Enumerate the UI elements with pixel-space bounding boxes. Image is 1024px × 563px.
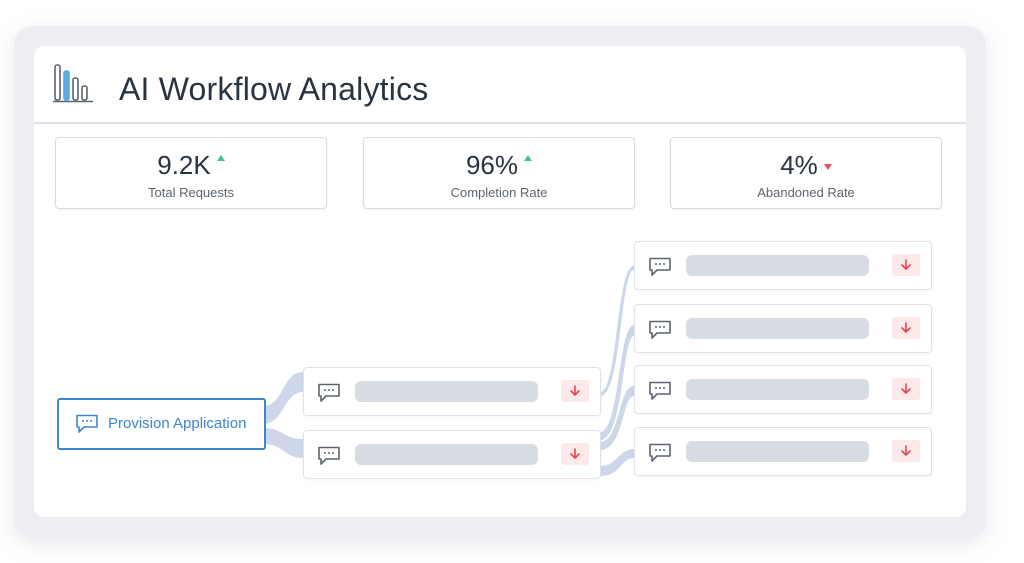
chat-bubble-icon bbox=[76, 414, 98, 433]
chat-bubble-icon bbox=[318, 383, 340, 402]
arrow-down-icon bbox=[901, 445, 911, 456]
flow-link bbox=[263, 428, 303, 458]
label-placeholder-bar bbox=[686, 441, 869, 462]
analytics-card: AI Workflow Analytics 9.2K Total Request… bbox=[34, 46, 966, 517]
source-node-provision-application[interactable]: Provision Application bbox=[57, 398, 266, 450]
label-placeholder-bar bbox=[686, 255, 869, 276]
flow-node-level2[interactable] bbox=[303, 367, 601, 416]
arrow-down-icon bbox=[901, 322, 911, 333]
drop-off-button[interactable] bbox=[892, 378, 920, 400]
arrow-down-icon bbox=[570, 448, 580, 459]
chat-bubble-icon bbox=[649, 381, 671, 400]
label-placeholder-bar bbox=[686, 318, 869, 339]
arrow-down-icon bbox=[570, 385, 580, 396]
chat-bubble-icon bbox=[318, 446, 340, 465]
arrow-down-icon bbox=[901, 259, 911, 270]
flow-node-level2[interactable] bbox=[303, 430, 601, 479]
drop-off-button[interactable] bbox=[561, 443, 589, 465]
label-placeholder-bar bbox=[355, 444, 538, 465]
drop-off-button[interactable] bbox=[892, 254, 920, 276]
flow-link bbox=[263, 372, 303, 424]
label-placeholder-bar bbox=[355, 381, 538, 402]
label-placeholder-bar bbox=[686, 379, 869, 400]
chat-bubble-icon bbox=[649, 257, 671, 276]
drop-off-button[interactable] bbox=[892, 440, 920, 462]
drop-off-button[interactable] bbox=[561, 380, 589, 402]
drop-off-button[interactable] bbox=[892, 317, 920, 339]
arrow-down-icon bbox=[901, 383, 911, 394]
flow-node-level3[interactable] bbox=[634, 427, 932, 476]
flow-node-level3[interactable] bbox=[634, 365, 932, 414]
flow-node-level3[interactable] bbox=[634, 241, 932, 290]
flow-node-level3[interactable] bbox=[634, 304, 932, 353]
chat-bubble-icon bbox=[649, 443, 671, 462]
source-node-label: Provision Application bbox=[108, 415, 247, 432]
flow-link bbox=[600, 449, 634, 476]
chat-bubble-icon bbox=[649, 320, 671, 339]
